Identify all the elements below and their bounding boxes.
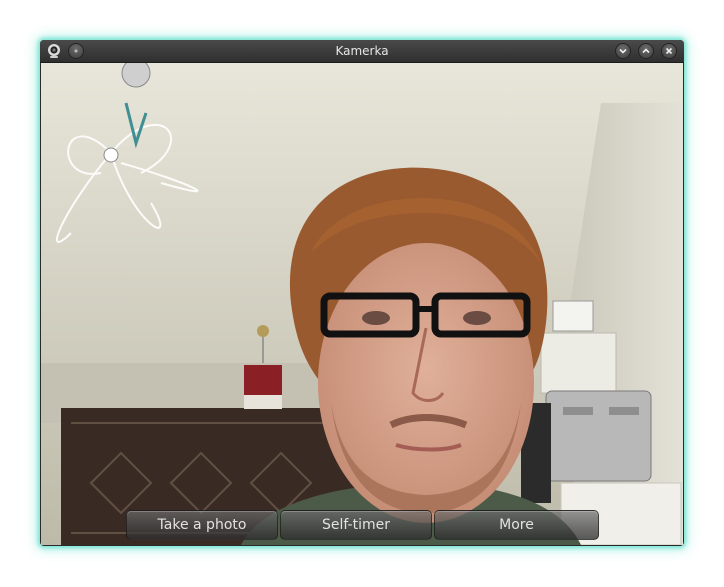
- camera-feed: Take a photo Self-timer More: [41, 63, 683, 545]
- take-photo-button[interactable]: Take a photo: [126, 510, 278, 540]
- self-timer-button[interactable]: Self-timer: [280, 510, 432, 540]
- chevron-up-icon[interactable]: [638, 43, 654, 59]
- close-icon[interactable]: [661, 43, 677, 59]
- chevron-down-icon[interactable]: [615, 43, 631, 59]
- title-bar[interactable]: Kamerka: [40, 40, 684, 63]
- window-title: Kamerka: [335, 44, 389, 58]
- kamerka-window: Kamerka Take a photo Self-timer More: [40, 40, 684, 546]
- more-button[interactable]: More: [434, 510, 599, 540]
- webcam-image: [41, 63, 683, 545]
